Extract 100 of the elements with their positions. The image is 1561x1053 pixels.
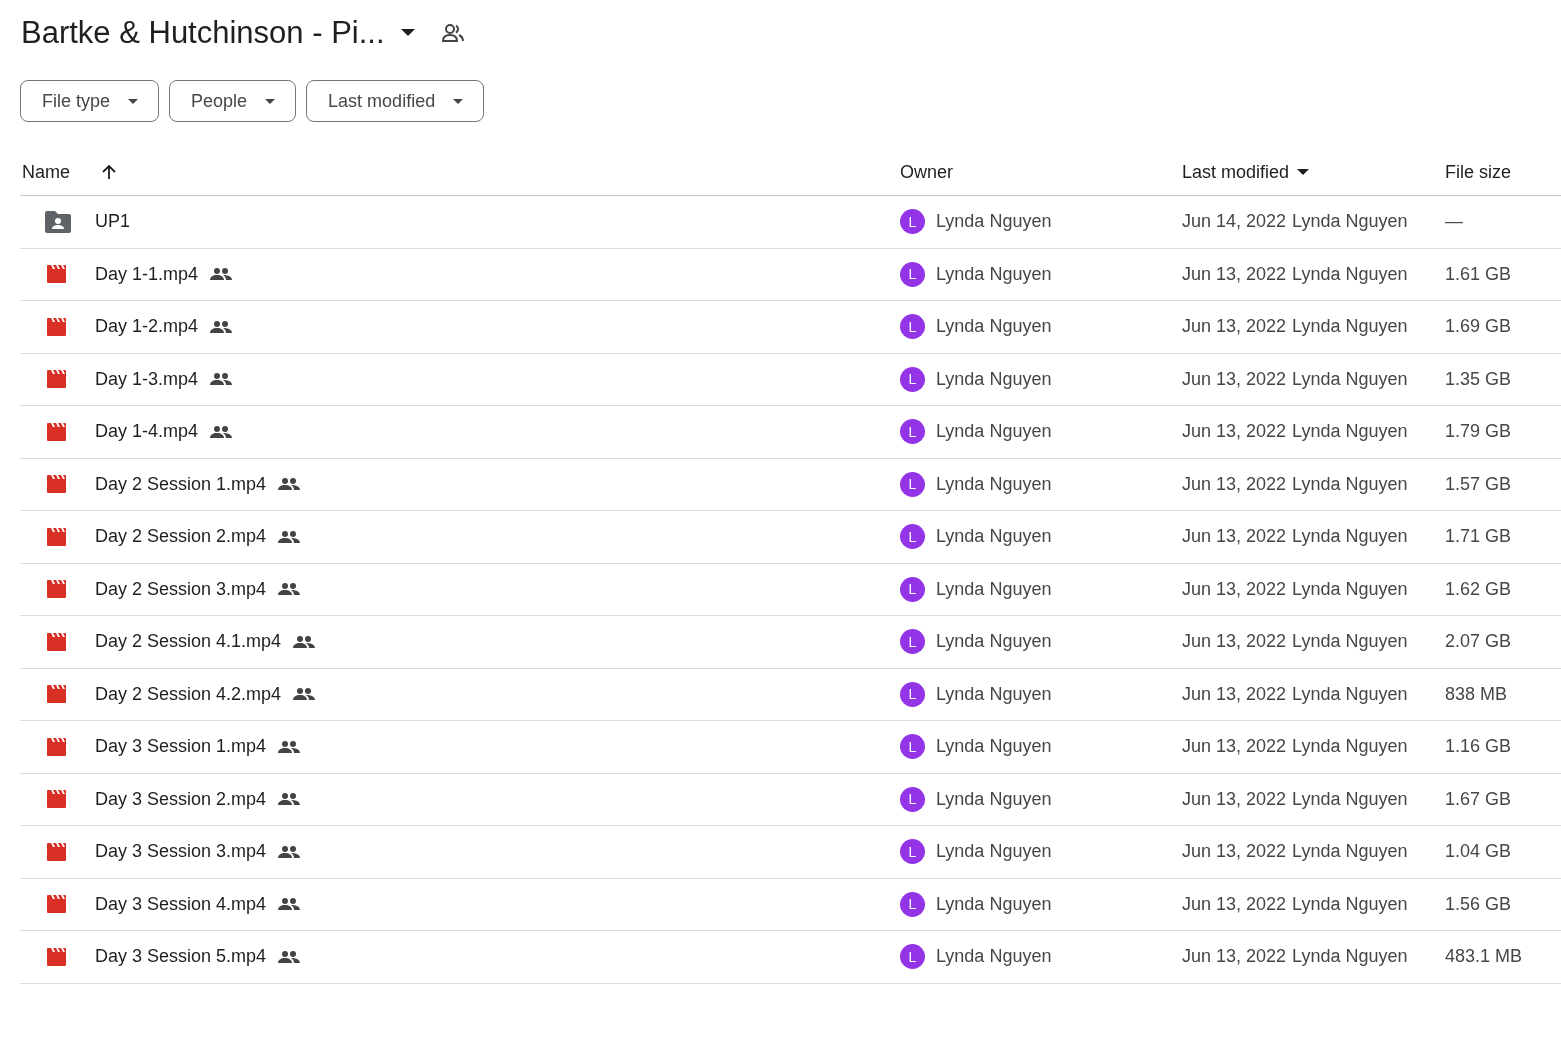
modified-by: Lynda Nguyen [1292, 946, 1408, 968]
avatar: L [900, 366, 925, 392]
avatar: L [900, 524, 925, 550]
modified-by: Lynda Nguyen [1292, 263, 1408, 285]
file-name[interactable]: Day 2 Session 4.2.mp4 [95, 683, 282, 705]
modified-date: Jun 13, 2022 [1182, 473, 1287, 495]
owner-name: Lynda Nguyen [936, 893, 1052, 915]
modified-date: Jun 13, 2022 [1182, 368, 1287, 390]
avatar: L [900, 681, 925, 707]
avatar: L [900, 419, 925, 445]
modified-by: Lynda Nguyen [1292, 473, 1408, 495]
modified-by: Lynda Nguyen [1292, 421, 1408, 443]
file-name[interactable]: Day 2 Session 4.1.mp4 [95, 631, 282, 653]
file-name[interactable]: Day 2 Session 1.mp4 [95, 473, 267, 495]
modified-by: Lynda Nguyen [1292, 211, 1408, 233]
modified-by: Lynda Nguyen [1292, 578, 1408, 600]
avatar: L [900, 891, 925, 917]
owner-name: Lynda Nguyen [936, 578, 1052, 600]
avatar: L [900, 839, 925, 865]
file-size: 1.56 GB [1445, 893, 1512, 915]
modified-date: Jun 13, 2022 [1182, 263, 1287, 285]
file-size: 1.69 GB [1445, 316, 1512, 338]
owner-name: Lynda Nguyen [936, 946, 1052, 968]
modified-date: Jun 13, 2022 [1182, 631, 1287, 653]
avatar: L [900, 576, 925, 602]
modified-by: Lynda Nguyen [1292, 683, 1408, 705]
owner-name: Lynda Nguyen [936, 421, 1052, 443]
file-size: 1.57 GB [1445, 473, 1512, 495]
filter-dropdown[interactable]: Last modified [306, 80, 485, 122]
modified-by: Lynda Nguyen [1292, 788, 1408, 810]
modified-date: Jun 13, 2022 [1182, 841, 1287, 863]
shared-folder-icon [45, 210, 71, 233]
modified-by: Lynda Nguyen [1292, 631, 1408, 653]
file-size: 1.71 GB [1445, 526, 1512, 548]
file-size: 1.79 GB [1445, 421, 1512, 443]
modified-date: Jun 13, 2022 [1182, 683, 1287, 705]
modified-date: Jun 13, 2022 [1182, 526, 1287, 548]
arrow-up-icon[interactable] [102, 164, 116, 180]
avatar: L [900, 786, 925, 812]
filter-dropdown[interactable]: File type [20, 80, 160, 122]
file-name[interactable]: Day 3 Session 2.mp4 [95, 788, 267, 810]
file-name[interactable]: Day 1-3.mp4 [95, 368, 199, 390]
caret-icon[interactable] [400, 29, 415, 37]
file-name[interactable]: Day 1-4.mp4 [95, 421, 199, 443]
file-name[interactable]: Day 3 Session 5.mp4 [95, 946, 267, 968]
owner-name: Lynda Nguyen [936, 526, 1052, 548]
file-name[interactable]: Day 3 Session 1.mp4 [95, 736, 267, 758]
column-header[interactable]: File size [1445, 161, 1511, 183]
filter-dropdown[interactable]: People [169, 80, 297, 122]
file-name[interactable]: Day 1-1.mp4 [95, 263, 199, 285]
modified-by: Lynda Nguyen [1292, 893, 1408, 915]
file-name[interactable]: Day 1-2.mp4 [95, 316, 199, 338]
avatar: L [900, 944, 925, 970]
owner-name: Lynda Nguyen [936, 683, 1052, 705]
modified-date: Jun 13, 2022 [1182, 421, 1287, 443]
modified-date: Jun 13, 2022 [1182, 736, 1287, 758]
avatar: L [900, 471, 925, 497]
column-header[interactable]: Owner [900, 161, 953, 183]
caret-icon[interactable] [1297, 169, 1310, 175]
modified-by: Lynda Nguyen [1292, 526, 1408, 548]
modified-by: Lynda Nguyen [1292, 736, 1408, 758]
owner-name: Lynda Nguyen [936, 473, 1052, 495]
modified-date: Jun 13, 2022 [1182, 316, 1287, 338]
file-name[interactable]: Day 3 Session 4.mp4 [95, 893, 267, 915]
avatar: L [900, 629, 925, 655]
file-size: 1.61 GB [1445, 263, 1512, 285]
modified-date: Jun 13, 2022 [1182, 946, 1287, 968]
modified-date: Jun 13, 2022 [1182, 788, 1287, 810]
owner-name: Lynda Nguyen [936, 841, 1052, 863]
owner-name: Lynda Nguyen [936, 211, 1052, 233]
owner-name: Lynda Nguyen [936, 368, 1052, 390]
caret-icon [265, 98, 276, 104]
owner-name: Lynda Nguyen [936, 736, 1052, 758]
folder-title: Bartke & Hutchinson - Pi... [20, 15, 385, 51]
modified-date: Jun 14, 2022 [1182, 211, 1287, 233]
file-name[interactable]: Day 2 Session 2.mp4 [95, 526, 267, 548]
file-name[interactable]: Day 2 Session 3.mp4 [95, 578, 267, 600]
modified-by: Lynda Nguyen [1292, 316, 1408, 338]
file-size: 2.07 GB [1445, 631, 1512, 653]
file-size: — [1445, 211, 1463, 233]
column-header[interactable]: Name [22, 161, 70, 183]
modified-date: Jun 13, 2022 [1182, 578, 1287, 600]
caret-icon [128, 98, 139, 104]
owner-name: Lynda Nguyen [936, 263, 1052, 285]
file-size: 1.67 GB [1445, 788, 1512, 810]
file-size: 1.16 GB [1445, 736, 1512, 758]
modified-by: Lynda Nguyen [1292, 368, 1408, 390]
file-size: 1.35 GB [1445, 368, 1512, 390]
file-name[interactable]: Day 3 Session 3.mp4 [95, 841, 267, 863]
modified-date: Jun 13, 2022 [1182, 893, 1287, 915]
file-name[interactable]: UP1 [95, 211, 130, 233]
avatar: L [900, 209, 925, 235]
file-size: 838 MB [1445, 683, 1508, 705]
avatar: L [900, 314, 925, 340]
people-icon[interactable] [440, 23, 465, 43]
avatar: L [900, 734, 925, 760]
column-header[interactable]: Last modified [1182, 161, 1290, 183]
owner-name: Lynda Nguyen [936, 316, 1052, 338]
owner-name: Lynda Nguyen [936, 788, 1052, 810]
owner-name: Lynda Nguyen [936, 631, 1052, 653]
